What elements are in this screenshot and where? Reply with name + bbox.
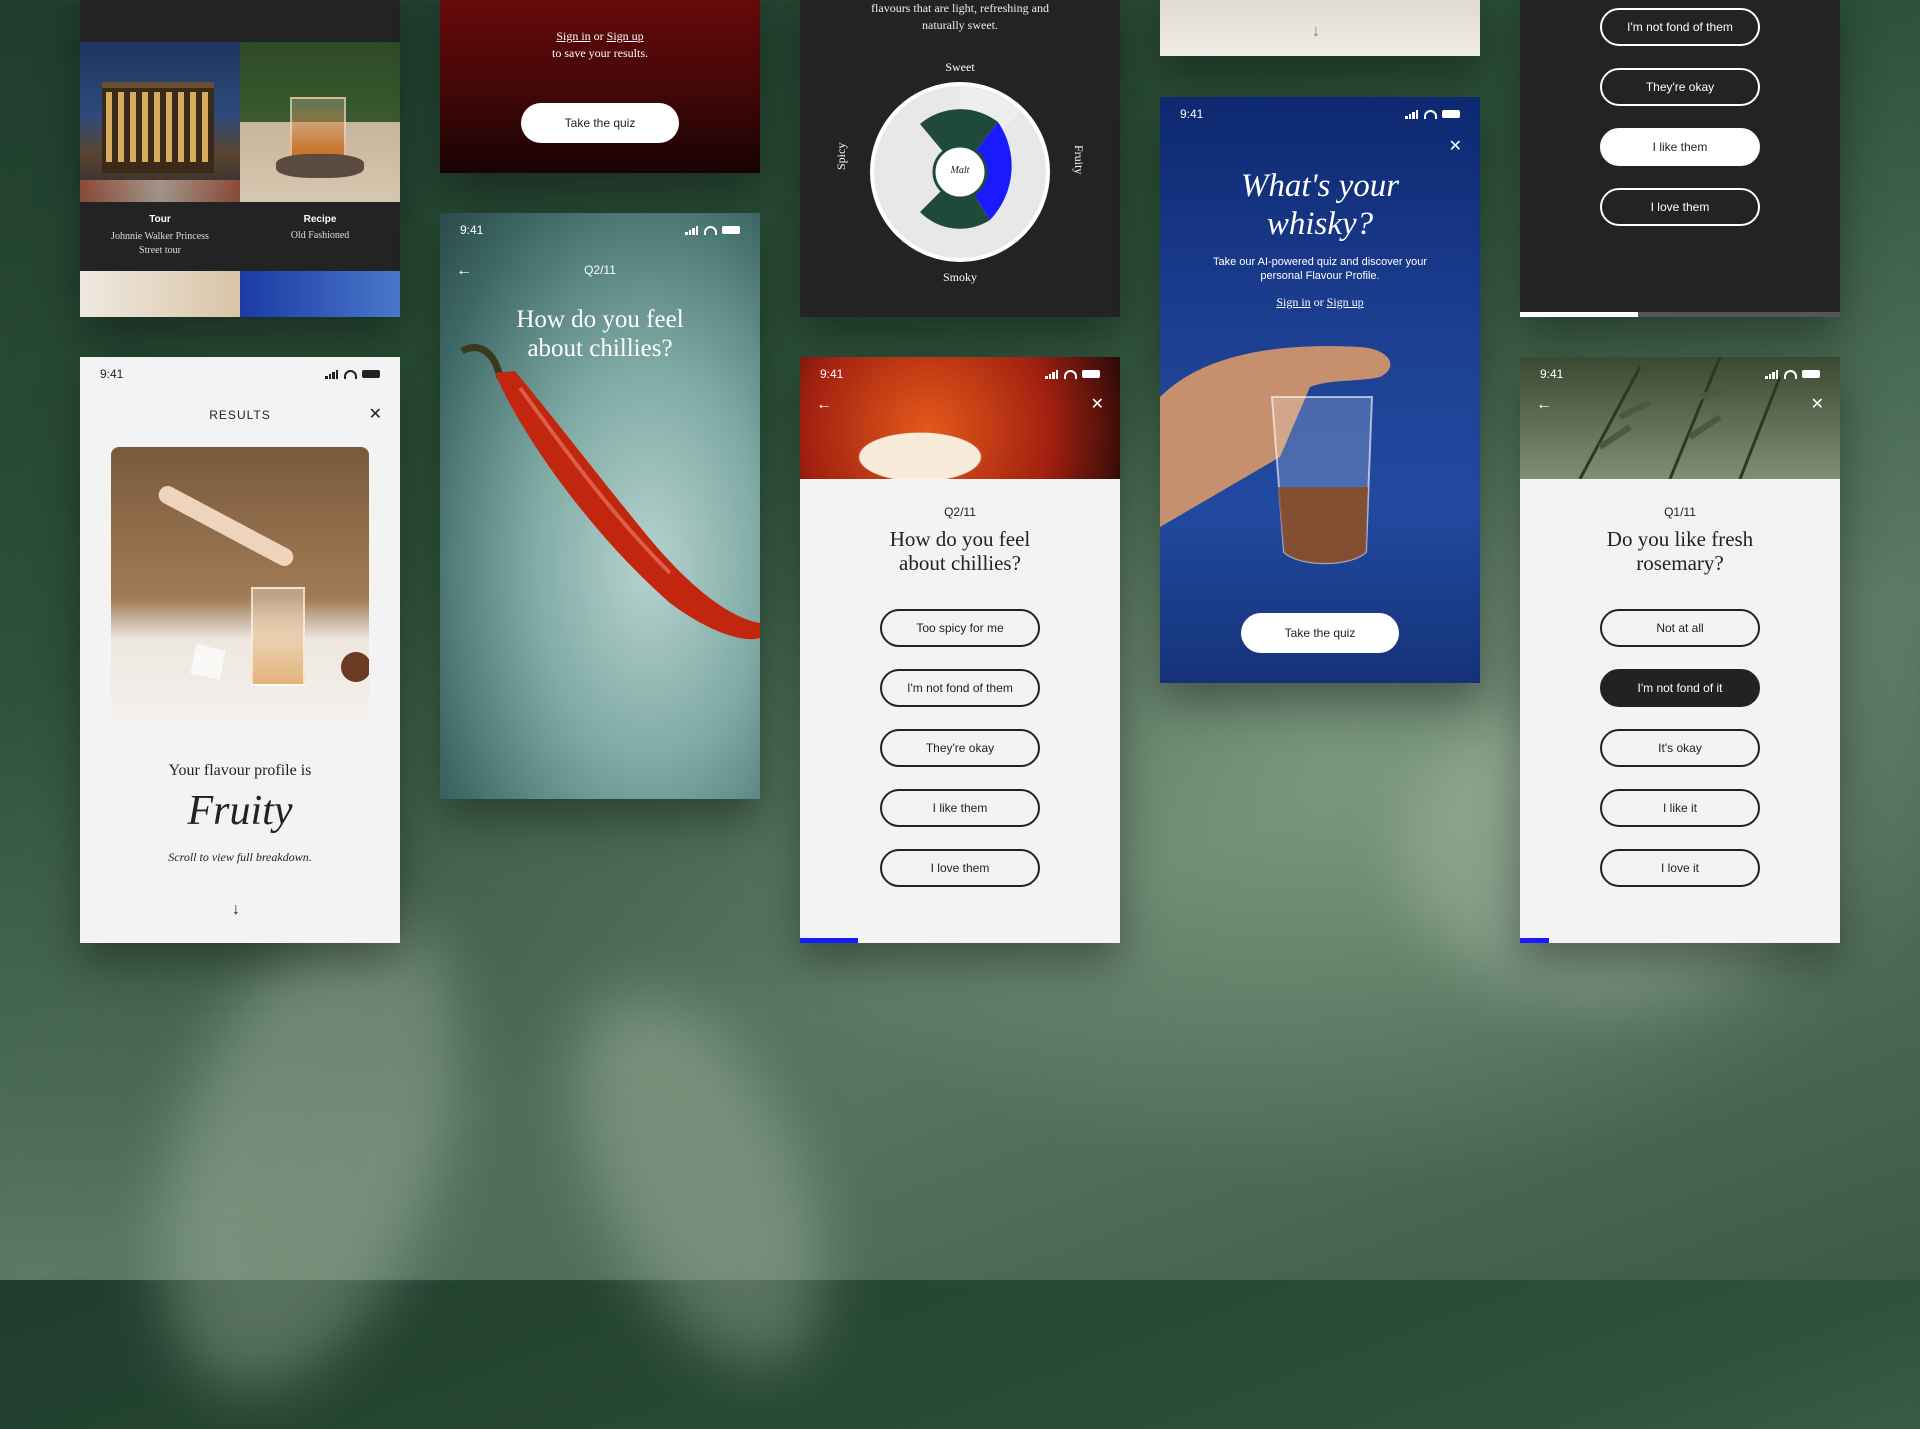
axis-fruity: Fruity bbox=[1072, 145, 1086, 175]
answer-list: Not at all I'm not fond of it It's okay … bbox=[1520, 609, 1840, 909]
answer-option[interactable]: It's okay bbox=[1600, 729, 1760, 767]
answer-option[interactable]: I like them bbox=[880, 789, 1040, 827]
profile-intro: Your flavour profile is bbox=[168, 762, 312, 779]
question-title: How do you feel about chillies? bbox=[889, 527, 1031, 575]
quiz-progress-bar bbox=[1520, 312, 1639, 317]
battery-icon bbox=[1802, 370, 1820, 378]
glass-image[interactable] bbox=[80, 271, 240, 317]
card-top-strip: ↓ bbox=[1160, 0, 1480, 56]
tour-label: Tour bbox=[149, 214, 171, 225]
status-time: 9:41 bbox=[820, 367, 844, 381]
answer-option[interactable]: I love them bbox=[1600, 188, 1760, 226]
answer-option[interactable]: Too spicy for me bbox=[880, 609, 1040, 647]
take-quiz-button[interactable]: Take the quiz bbox=[1241, 613, 1399, 653]
quiz-progress-bar bbox=[1520, 938, 1549, 943]
question-progress: Q2/11 bbox=[944, 505, 976, 519]
card-chilli-quiz: 9:41 ← ✕ Q2/11 How do you feel about chi… bbox=[800, 357, 1120, 943]
status-time: 9:41 bbox=[1540, 367, 1564, 381]
signal-icon bbox=[325, 369, 339, 379]
bottle-image[interactable] bbox=[240, 271, 400, 317]
background-light-streak bbox=[102, 870, 518, 1429]
recipe-value: Old Fashioned bbox=[290, 230, 350, 241]
status-bar: 9:41 bbox=[80, 357, 400, 391]
answer-option-selected[interactable]: I'm not fond of it bbox=[1600, 669, 1760, 707]
take-quiz-button[interactable]: Take the quiz bbox=[521, 103, 679, 143]
card-chilli-hero: 9:41 ← Q2/11 How do you feel about chill… bbox=[440, 213, 760, 799]
sign-up-link[interactable]: Sign up bbox=[607, 29, 644, 43]
signin-text: Sign in or Sign up to save your results. bbox=[440, 28, 760, 62]
question-title: Do you like fresh rosemary? bbox=[1606, 527, 1754, 575]
wheel-caption: flavours that are light, refreshing and … bbox=[871, 1, 1049, 32]
card-dark-options: I'm not fond of them They're okay I like… bbox=[1520, 0, 1840, 317]
sign-in-link[interactable]: Sign in bbox=[556, 29, 590, 43]
tour-value: Johnnie Walker Princess Street tour bbox=[111, 231, 209, 256]
axis-smoky: Smoky bbox=[942, 270, 977, 284]
card-rosemary-quiz: 9:41 ← ✕ Q1/11 Do you like fresh rosemar… bbox=[1520, 357, 1840, 943]
save-results-text: to save your results. bbox=[552, 46, 648, 60]
results-image bbox=[111, 447, 369, 722]
card-flavour-wheel: flavours that are light, refreshing and … bbox=[800, 0, 1120, 317]
question-progress: Q1/11 bbox=[1664, 505, 1696, 519]
signal-icon bbox=[1045, 369, 1059, 379]
results-header: RESULTS bbox=[209, 408, 271, 422]
wheel-center-logo: Malt bbox=[950, 165, 970, 176]
profile-result: Fruity bbox=[187, 788, 293, 834]
hand-glass-image bbox=[1160, 346, 1391, 565]
back-arrow-icon[interactable]: ← bbox=[1536, 397, 1552, 413]
status-bar: 9:41 bbox=[1520, 357, 1840, 391]
wifi-icon bbox=[344, 369, 357, 379]
answer-list: Too spicy for me I'm not fond of them Th… bbox=[800, 609, 1120, 909]
back-arrow-icon[interactable]: ← bbox=[816, 397, 832, 413]
signal-icon bbox=[1765, 369, 1779, 379]
status-bar: 9:41 bbox=[800, 357, 1120, 391]
or-text: or bbox=[593, 29, 604, 43]
answer-option[interactable]: They're okay bbox=[1600, 68, 1760, 106]
answer-option-selected[interactable]: I like them bbox=[1600, 128, 1760, 166]
card-landing: 9:41 ✕ What's your whisky? Take our AI-p… bbox=[1160, 97, 1480, 683]
scroll-hint: Scroll to view full breakdown. bbox=[168, 850, 312, 864]
tour-caption[interactable]: Tour Johnnie Walker Princess Street tour bbox=[80, 202, 240, 272]
answer-option[interactable]: I love them bbox=[880, 849, 1040, 887]
arrow-down-icon[interactable]: ↓ bbox=[232, 902, 240, 918]
card-tour-recipe: Tour Johnnie Walker Princess Street tour… bbox=[80, 0, 400, 317]
recipe-caption[interactable]: Recipe Old Fashioned bbox=[240, 202, 400, 272]
answer-option[interactable]: I'm not fond of them bbox=[1600, 8, 1760, 46]
answer-option[interactable]: They're okay bbox=[880, 729, 1040, 767]
wifi-icon bbox=[1064, 369, 1077, 379]
battery-icon bbox=[1082, 370, 1100, 378]
answer-option[interactable]: Not at all bbox=[1600, 609, 1760, 647]
axis-spicy: Spicy bbox=[834, 142, 848, 170]
answer-list: I'm not fond of them They're okay I like… bbox=[1520, 8, 1840, 248]
close-icon[interactable]: ✕ bbox=[1811, 397, 1824, 413]
close-icon[interactable]: ✕ bbox=[1091, 397, 1104, 413]
chilli-image bbox=[460, 344, 760, 640]
cocktail-image[interactable] bbox=[240, 42, 400, 202]
card-results: 9:41 RESULTS ✕ Your flavour profile is F… bbox=[80, 357, 400, 943]
background-light-streak bbox=[524, 956, 876, 1404]
axis-sweet: Sweet bbox=[945, 60, 975, 74]
quiz-progress-bar bbox=[800, 938, 858, 943]
close-icon[interactable]: ✕ bbox=[369, 407, 382, 423]
hotel-image[interactable] bbox=[80, 42, 240, 202]
status-time: 9:41 bbox=[100, 367, 124, 381]
answer-option[interactable]: I'm not fond of them bbox=[880, 669, 1040, 707]
wifi-icon bbox=[1784, 369, 1797, 379]
recipe-label: Recipe bbox=[303, 214, 337, 225]
arrow-down-icon[interactable]: ↓ bbox=[1312, 24, 1320, 40]
answer-option[interactable]: I like it bbox=[1600, 789, 1760, 827]
battery-icon bbox=[362, 370, 380, 378]
card-signin-banner: Sign in or Sign up to save your results.… bbox=[440, 0, 760, 173]
answer-option[interactable]: I love it bbox=[1600, 849, 1760, 887]
